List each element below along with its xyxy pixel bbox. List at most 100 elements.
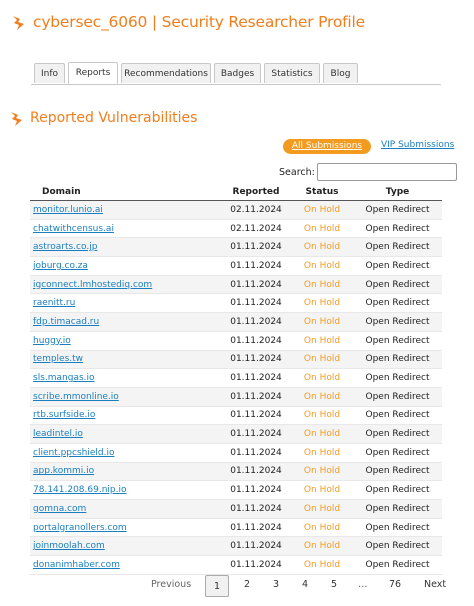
domain-link[interactable]: temples.tw xyxy=(30,354,83,364)
status-badge: On Hold xyxy=(291,480,353,500)
vulnerability-type: Open Redirect xyxy=(353,443,442,463)
domain-link[interactable]: scribe.mmonline.io xyxy=(30,392,119,402)
domain-cell: joinmoolah.com xyxy=(30,536,221,557)
domain-link[interactable]: gomna.com xyxy=(30,504,86,514)
domain-cell: monitor.lunio.ai xyxy=(30,200,221,220)
status-badge: On Hold xyxy=(291,406,353,426)
domain-link[interactable]: portalgranollers.com xyxy=(30,523,127,533)
reported-date: 01.11.2024 xyxy=(221,312,291,332)
reported-date: 02.11.2024 xyxy=(221,200,291,220)
reported-date: 01.11.2024 xyxy=(221,480,291,500)
domain-link[interactable]: astroarts.co.jp xyxy=(30,242,97,252)
table-row: temples.tw 01.11.2024 On Hold Open Redirect xyxy=(30,350,442,370)
column-header-status[interactable]: Status xyxy=(291,184,353,201)
vulnerability-type: Open Redirect xyxy=(353,331,442,351)
domain-link[interactable]: fdp.timacad.ru xyxy=(30,317,99,327)
previous-page-button[interactable]: Previous xyxy=(151,579,191,590)
status-badge: On Hold xyxy=(291,256,353,276)
page-button-1[interactable]: 1 xyxy=(205,575,229,597)
page-button-3[interactable]: 3 xyxy=(273,579,279,590)
domain-link[interactable]: 78.141.208.69.nip.io xyxy=(30,485,127,495)
tab-statistics[interactable]: Statistics xyxy=(264,63,320,83)
tab-recommendations[interactable]: Recommendations xyxy=(121,63,211,83)
tab-reports[interactable]: Reports xyxy=(68,62,118,84)
reported-date: 01.11.2024 xyxy=(221,350,291,370)
table-row: fdp.timacad.ru 01.11.2024 On Hold Open Redi… xyxy=(30,312,442,332)
reported-date: 01.11.2024 xyxy=(221,275,291,295)
status-badge: On Hold xyxy=(291,518,353,538)
domain-link[interactable]: monitor.lunio.ai xyxy=(30,205,103,215)
table-row: joinmoolah.com 01.11.2024 On Hold Open Redi… xyxy=(30,536,442,557)
page-button-5[interactable]: 5 xyxy=(331,579,337,590)
table-row: scribe.mmonline.io 01.11.2024 On Hold Open … xyxy=(30,387,442,407)
domain-cell: sls.mangas.io xyxy=(30,368,221,388)
domain-link[interactable]: app.kommi.io xyxy=(30,466,94,476)
status-badge: On Hold xyxy=(291,293,353,314)
reported-date: 02.11.2024 xyxy=(221,219,291,239)
tab-info[interactable]: Info xyxy=(34,63,65,83)
domain-link[interactable]: leadintel.io xyxy=(30,429,83,439)
vulnerability-type: Open Redirect xyxy=(353,293,442,314)
table-row: igconnect.lmhostediq.com 01.11.2024 On Hol… xyxy=(30,275,442,295)
domain-link[interactable]: raenitt.ru xyxy=(30,298,75,308)
section-title: Reported Vulnerabilities xyxy=(30,110,198,126)
vulnerability-type: Open Redirect xyxy=(353,480,442,500)
domain-link[interactable]: chatwithcensus.ai xyxy=(30,224,114,234)
reported-date: 01.11.2024 xyxy=(221,368,291,388)
reported-date: 01.11.2024 xyxy=(221,536,291,557)
status-badge: On Hold xyxy=(291,368,353,388)
domain-cell: client.ppcshield.io xyxy=(30,443,221,463)
domain-cell: scribe.mmonline.io xyxy=(30,387,221,407)
table-row: leadintel.io 01.11.2024 On Hold Open Redire… xyxy=(30,424,442,444)
page-button-2[interactable]: 2 xyxy=(244,579,250,590)
domain-link[interactable]: rtb.surfside.io xyxy=(30,410,95,420)
column-header-reported[interactable]: Reported xyxy=(221,184,291,201)
table-row: chatwithcensus.ai 02.11.2024 On Hold Open R… xyxy=(30,219,442,239)
domain-link[interactable]: joburg.co.za xyxy=(30,261,88,271)
reported-date: 01.11.2024 xyxy=(221,331,291,351)
vulnerability-type: Open Redirect xyxy=(353,406,442,426)
domain-cell: huggy.io xyxy=(30,331,221,351)
tab-blog[interactable]: Blog xyxy=(323,63,358,83)
status-badge: On Hold xyxy=(291,555,353,575)
table-row: gomna.com 01.11.2024 On Hold Open Redirect xyxy=(30,499,442,519)
vulnerability-type: Open Redirect xyxy=(353,555,442,575)
all-submissions-button[interactable]: All Submissions xyxy=(283,139,371,154)
domain-link[interactable]: joinmoolah.com xyxy=(30,541,105,551)
pagination: Previous 1 2 3 4 5 … 76 Next xyxy=(0,575,474,599)
domain-link[interactable]: huggy.io xyxy=(30,336,71,346)
page-button-last[interactable]: 76 xyxy=(389,579,401,590)
reported-date: 01.11.2024 xyxy=(221,424,291,444)
table-header-row: Domain Reported Status Type xyxy=(30,184,442,201)
search-label: Search: xyxy=(279,167,315,178)
search-input[interactable] xyxy=(317,163,457,181)
vulnerability-type: Open Redirect xyxy=(353,499,442,519)
status-badge: On Hold xyxy=(291,536,353,557)
vulnerability-type: Open Redirect xyxy=(353,200,442,220)
table-row: huggy.io 01.11.2024 On Hold Open Redirect xyxy=(30,331,442,351)
reported-date: 01.11.2024 xyxy=(221,406,291,426)
domain-link[interactable]: igconnect.lmhostediq.com xyxy=(30,280,152,290)
column-header-type[interactable]: Type xyxy=(353,184,442,201)
domain-cell: 78.141.208.69.nip.io xyxy=(30,480,221,500)
domain-cell: donanimhaber.com xyxy=(30,555,221,575)
domain-link[interactable]: donanimhaber.com xyxy=(30,560,120,570)
reported-date: 01.11.2024 xyxy=(221,293,291,314)
vulnerability-type: Open Redirect xyxy=(353,368,442,388)
status-badge: On Hold xyxy=(291,200,353,220)
domain-link[interactable]: sls.mangas.io xyxy=(30,373,95,383)
vulnerability-type: Open Redirect xyxy=(353,462,442,482)
tab-badges[interactable]: Badges xyxy=(214,63,261,83)
vip-submissions-link[interactable]: VIP Submissions xyxy=(381,140,454,150)
next-page-button[interactable]: Next xyxy=(424,579,446,590)
domain-link[interactable]: client.ppcshield.io xyxy=(30,448,114,458)
status-badge: On Hold xyxy=(291,275,353,295)
domain-cell: chatwithcensus.ai xyxy=(30,219,221,239)
table-row: client.ppcshield.io 01.11.2024 On Hold Open… xyxy=(30,443,442,463)
domain-cell: igconnect.lmhostediq.com xyxy=(30,275,221,295)
page-ellipsis: … xyxy=(358,579,368,590)
table-row: astroarts.co.jp 01.11.2024 On Hold Open Red… xyxy=(30,237,442,258)
column-header-domain[interactable]: Domain xyxy=(30,184,221,201)
page-button-4[interactable]: 4 xyxy=(302,579,308,590)
section-logo-icon xyxy=(11,112,22,126)
